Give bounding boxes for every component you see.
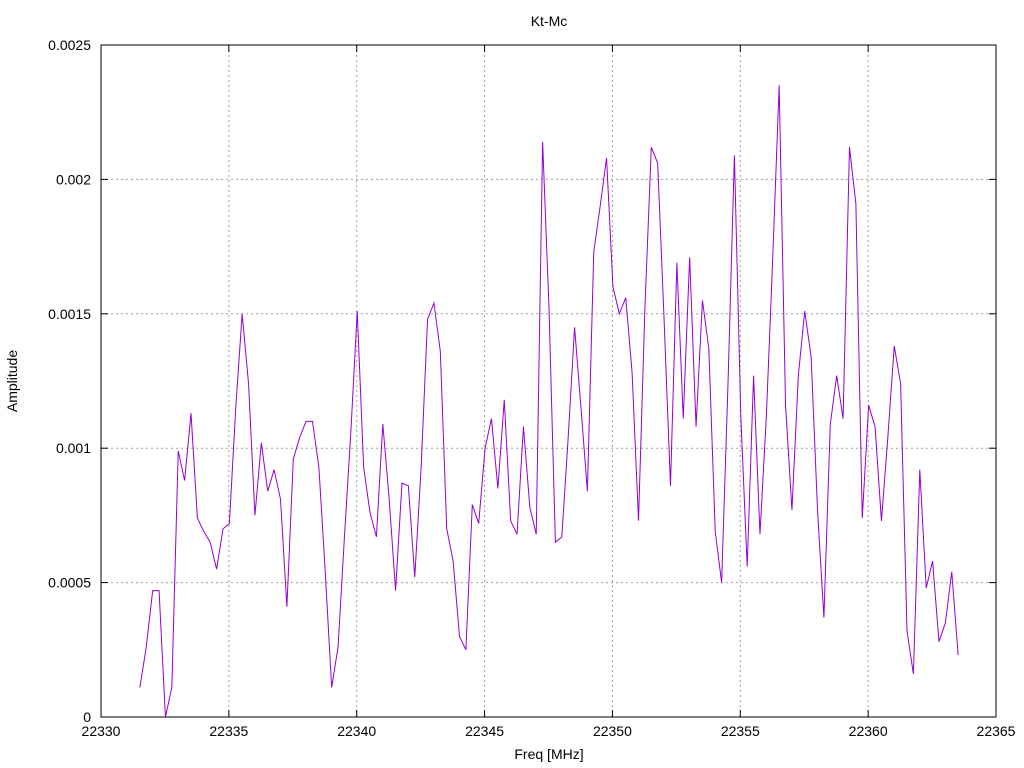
chart-title: Kt-Mc [531, 13, 568, 29]
line-chart: 22330 22335 22340 22345 22350 22355 22360 22365… [4, 13, 1016, 762]
y-tick-label: 0.001 [56, 440, 91, 456]
grid [101, 45, 996, 717]
x-tick-label: 22335 [209, 723, 248, 739]
x-tick-label: 22360 [849, 723, 888, 739]
x-tick-label: 22355 [721, 723, 760, 739]
y-tick-label: 0.0015 [48, 306, 91, 322]
plot-frame [100, 44, 997, 718]
x-tick-label: 22350 [593, 723, 632, 739]
series-layer [139, 85, 959, 718]
series-line-1 [139, 85, 959, 718]
y-tick-label: 0.0005 [48, 575, 91, 591]
y-tick-label: 0 [83, 709, 91, 725]
axis-ticks [100, 44, 997, 718]
y-tick-label: 0.0025 [48, 37, 91, 53]
tick-labels: 22330 22335 22340 22345 22350 22355 22360 22365… [48, 37, 1016, 739]
x-tick-label: 22330 [82, 723, 121, 739]
x-axis-label: Freq [MHz] [514, 746, 583, 762]
x-tick-label: 22345 [465, 723, 504, 739]
x-tick-label: 22365 [977, 723, 1016, 739]
y-axis-label: Amplitude [4, 350, 20, 412]
y-tick-label: 0.002 [56, 171, 91, 187]
x-tick-label: 22340 [337, 723, 376, 739]
